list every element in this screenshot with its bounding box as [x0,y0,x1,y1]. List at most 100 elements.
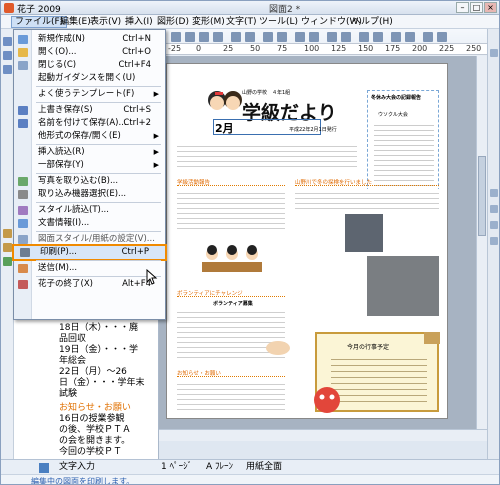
file-menu-item-25[interactable]: 花子の終了(X) Alt+F4 [14,278,165,291]
maximize-button[interactable]: □ [470,2,483,13]
section-notice: お知らせ・お願い [177,369,285,377]
newsletter-page[interactable]: 山野の学校 ４年1組 学級だより 2月 平成22年2月1日発行 冬休み大会の記録… [166,63,448,419]
menu-item-label: 名前を付けて保存(A)... [38,118,127,128]
menu-insert[interactable]: 挿入(I) [122,16,156,28]
menu-item-label: 新規作成(N) [38,34,85,44]
file-menu-item-9[interactable]: 他形式の保存/開く(E) ▶ [14,130,165,143]
print-menu-item[interactable]: 印刷(P)... Ctrl+P [12,244,167,261]
ruler-mark: 225 [439,44,455,53]
minimize-button[interactable]: – [456,2,469,13]
ruler-mark: 75 [277,44,288,53]
exit-icon [18,280,28,289]
menu-item-shortcut: Ctrl+S [123,105,151,115]
outline-line: 今回の学校ＰＴ [59,447,123,457]
section-class-report: 学級活動報告 [177,178,285,186]
menu-separator [36,231,161,232]
file-menu-item-15[interactable]: 取り込み機器選択(E)... [14,188,165,201]
file-menu-item-5[interactable]: よく使うテンプレート(F) ▶ [14,88,165,101]
river-photo-2 [367,256,439,316]
menu-bar: ファイル(F) 編集(E) 表示(V) 挿入(I) 図形(D) 変形(M) 文字… [1,15,499,29]
outline-line: の後、学校ＰＴＡ [59,425,132,435]
doc-info-icon [18,219,28,228]
menu-item-label: 送信(M)... [38,263,78,273]
outline-line: 18日（木）・・・廃 [59,323,138,333]
app-title: 花子 2009 [17,5,61,15]
page-indicator[interactable]: 1 ﾍﾟｰｼﾞ [161,462,192,473]
text-input-tab[interactable]: 文字入力 [59,462,95,473]
oni-illustration [314,387,340,413]
menu-separator [36,276,161,277]
save-icon [18,106,28,115]
menu-item-label: 取り込み機器選択(E)... [38,189,127,199]
grid-icon[interactable] [490,205,498,213]
ruler-mark: 150 [358,44,374,53]
layer-selector[interactable]: A ﾌﾚｰﾝ [206,462,233,473]
toolbar-icon-16 [405,32,415,42]
issue-date: 平成22年2月1日発行 [289,127,337,133]
file-menu-item-2[interactable]: 閉じる(C) Ctrl+F4 [14,59,165,72]
file-menu-dropdown: 新規作成(N) Ctrl+N 開く(O)... Ctrl+O 閉じる(C) Ctrl+F4… [12,29,167,320]
menu-tools[interactable]: ツール(L) [256,16,301,28]
ruler-mark: -25 [168,44,182,53]
file-menu-item-11[interactable]: 挿入読込(R) ▶ [14,146,165,159]
menu-view[interactable]: 表示(V) [87,16,124,28]
align-icon[interactable] [490,221,498,229]
horizontal-ruler: -25 0 25 50 75 100 125 150 175 200 225 2… [159,43,489,55]
page-setup-icon [18,235,28,244]
vertical-scrollbar[interactable] [476,56,487,429]
layer-icon[interactable] [490,189,498,197]
menu-item-label: 閉じる(C) [38,60,77,70]
menu-item-label: 文書情報(I)... [38,218,90,228]
menu-item-label: 開く(O)... [38,47,77,57]
submenu-arrow-icon: ▶ [153,148,159,156]
file-menu-item-23[interactable]: 送信(M)... [14,262,165,275]
file-menu-item-18[interactable]: 文書情報(I)... [14,217,165,230]
ruler-mark: 125 [331,44,347,53]
toolbar-icon-8 [277,32,287,42]
save-as-icon [18,119,28,128]
file-menu-item-1[interactable]: 開く(O)... Ctrl+O [14,46,165,59]
open-folder-icon [18,48,28,57]
pencil-tool-icon[interactable] [3,229,12,238]
outline-line: 品回収 [59,334,87,344]
vertical-scroll-thumb[interactable] [478,156,486,236]
palette-icon[interactable] [490,49,498,57]
device-select-icon [18,190,28,199]
menu-help[interactable]: ヘルプ(H) [349,16,396,28]
mouse-cursor-icon [146,269,158,285]
horizontal-scrollbar[interactable] [159,429,487,441]
menu-item-shortcut: Ctrl+P [121,247,149,257]
file-menu-item-17[interactable]: スタイル読込(T)... [14,204,165,217]
fill-tool-icon[interactable] [3,257,12,266]
classroom-illustration [202,245,262,272]
file-menu-item-8[interactable]: 名前を付けて保存(A)... Ctrl+2 [14,117,165,130]
close-window-button[interactable]: × [484,2,497,13]
bottom-tab-bar: 文字入力 1 ﾍﾟｰｼﾞ A ﾌﾚｰﾝ 用紙全面 [1,459,499,474]
toolbar-icon-14 [373,32,383,42]
file-menu-item-7[interactable]: 上書き保存(S) Ctrl+S [14,104,165,117]
events-title: 今月の行事予定 [347,344,390,351]
zoom-tool-icon[interactable] [3,51,12,60]
document-title: 図面2 * [269,5,301,15]
file-menu-item-14[interactable]: 写真を取り込む(B)... [14,175,165,188]
toolbar-icon-18 [437,32,447,42]
menu-item-label: スタイル読込(T)... [38,205,109,215]
hand-tool-icon[interactable] [3,65,12,74]
outline-line: の会を開きます。 [59,436,131,446]
file-menu-item-12[interactable]: 一部保存(Y) ▶ [14,159,165,172]
ruler-mark: 0 [196,44,202,53]
file-menu-item-0[interactable]: 新規作成(N) Ctrl+N [14,33,165,46]
select-tool-icon[interactable] [3,37,12,46]
print-icon [20,248,30,257]
file-menu-item-3[interactable]: 起動ガイダンスを開く(U) [14,72,165,85]
menu-shape[interactable]: 図形(D) [154,16,192,28]
view-mode-select[interactable]: 用紙全面 [246,462,282,473]
menu-text[interactable]: 文字(T) [223,16,260,28]
brush-tool-icon[interactable] [3,243,12,252]
object-icon[interactable] [490,237,498,245]
toolbar-icon-1 [171,32,181,42]
new-doc-icon [18,35,28,44]
menu-transform[interactable]: 変形(M) [189,16,228,28]
outline-view-icon[interactable] [39,463,49,473]
newsletter-month: 2月 [215,122,234,135]
